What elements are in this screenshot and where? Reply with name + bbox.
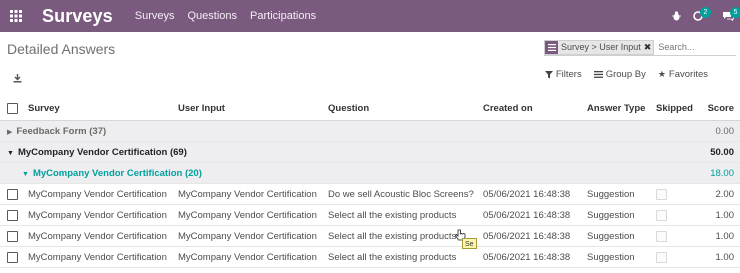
skipped-checkbox <box>656 231 667 242</box>
header-answer-type[interactable]: Answer Type <box>587 97 645 121</box>
skipped-checkbox <box>656 210 667 221</box>
top-navbar: Surveys Surveys Questions Participations… <box>0 0 740 32</box>
cell-score: 1.00 <box>715 252 735 263</box>
caret-down-icon: ▼ <box>7 150 14 157</box>
search-options: Filters Group By ★ Favorites <box>544 69 708 80</box>
page-title: Detailed Answers <box>7 41 116 57</box>
caret-down-icon: ▼ <box>22 171 29 178</box>
header-created-on[interactable]: Created on <box>483 97 533 121</box>
header-user-input[interactable]: User Input <box>178 97 225 121</box>
app-brand[interactable]: Surveys <box>42 6 113 27</box>
list-icon <box>593 71 603 78</box>
grid-icon[interactable] <box>2 0 30 32</box>
row-checkbox[interactable] <box>7 189 18 200</box>
tooltip: Se <box>462 238 477 249</box>
favorites-label: Favorites <box>668 69 708 80</box>
table-row[interactable]: MyCompany Vendor Certification MyCompany… <box>0 247 740 268</box>
header-survey[interactable]: Survey <box>28 97 60 121</box>
group-label: MyCompany Vendor Certification (20) <box>32 168 202 179</box>
cell-user-input: MyCompany Vendor Certification <box>178 231 317 242</box>
cell-created-on: 05/06/2021 16:48:38 <box>483 210 571 221</box>
filters-label: Filters <box>555 69 582 80</box>
menu-surveys[interactable]: Surveys <box>135 10 175 22</box>
skipped-checkbox <box>656 189 667 200</box>
cell-question: Select all the existing products <box>328 231 457 242</box>
cell-created-on: 05/06/2021 16:48:38 <box>483 231 571 242</box>
bug-icon[interactable] <box>672 11 681 21</box>
cell-answer-type: Suggestion <box>587 210 635 221</box>
filters-button[interactable]: Filters <box>544 69 582 80</box>
header-score[interactable]: Score <box>708 97 734 121</box>
skipped-checkbox <box>656 252 667 263</box>
chat-badge: 2 <box>700 7 711 18</box>
caret-right-icon: ▶ <box>7 129 13 136</box>
table-row[interactable]: MyCompany Vendor Certification MyCompany… <box>0 205 740 226</box>
cell-survey: MyCompany Vendor Certification <box>28 231 167 242</box>
row-checkbox[interactable] <box>7 210 18 221</box>
cell-answer-type: Suggestion <box>587 231 635 242</box>
row-checkbox[interactable] <box>7 252 18 263</box>
comments-icon[interactable]: 5 <box>722 7 740 21</box>
group-row[interactable]: ▼ MyCompany Vendor Certification (69) 50.… <box>0 142 740 163</box>
group-row[interactable]: ▼ MyCompany Vendor Certification (20) 18.… <box>0 163 740 184</box>
group-score: 50.00 <box>710 147 734 158</box>
cell-created-on: 05/06/2021 16:48:38 <box>483 189 571 200</box>
chat-icon[interactable]: 2 <box>693 7 711 21</box>
close-icon[interactable]: ✖ <box>644 42 654 53</box>
cell-answer-type: Suggestion <box>587 189 635 200</box>
cell-survey: MyCompany Vendor Certification <box>28 210 167 221</box>
cell-question: Select all the existing products <box>328 252 457 263</box>
group-by-button[interactable]: Group By <box>593 69 646 80</box>
cell-survey: MyCompany Vendor Certification <box>28 252 167 263</box>
group-label: Feedback Form (37) <box>16 126 107 137</box>
group-row[interactable]: ▶ Feedback Form (37) 0.00 <box>0 121 740 142</box>
select-all-checkbox[interactable] <box>7 103 18 114</box>
group-score: 18.00 <box>710 168 734 179</box>
favorites-button[interactable]: ★ Favorites <box>658 69 708 80</box>
cell-score: 1.00 <box>715 210 735 221</box>
group-by-icon <box>545 40 558 54</box>
cell-created-on: 05/06/2021 16:48:38 <box>483 252 571 263</box>
header-question[interactable]: Question <box>328 97 369 121</box>
group-label: MyCompany Vendor Certification (69) <box>17 147 187 158</box>
cell-score: 1.00 <box>715 231 735 242</box>
star-icon: ★ <box>657 69 666 79</box>
cell-user-input: MyCompany Vendor Certification <box>178 252 317 263</box>
table-header: Survey User Input Question Created on An… <box>0 97 740 121</box>
search-input[interactable] <box>658 42 729 52</box>
header-skipped[interactable]: Skipped <box>656 97 693 121</box>
search-bar[interactable]: Survey > User Input ✖ <box>544 39 736 56</box>
search-facet[interactable]: Survey > User Input ✖ <box>544 39 655 55</box>
cell-survey: MyCompany Vendor Certification <box>28 189 167 200</box>
cell-user-input: MyCompany Vendor Certification <box>178 210 317 221</box>
activity-badge: 5 <box>730 7 740 18</box>
cell-score: 2.00 <box>715 189 735 200</box>
cell-answer-type: Suggestion <box>587 252 635 263</box>
group-score: 0.00 <box>715 126 735 137</box>
menu-participations[interactable]: Participations <box>250 10 316 22</box>
row-checkbox[interactable] <box>7 231 18 242</box>
answers-table: Survey User Input Question Created on An… <box>0 97 740 268</box>
cell-question: Select all the existing products <box>328 210 457 221</box>
filter-icon <box>544 70 553 78</box>
table-row[interactable]: MyCompany Vendor Certification MyCompany… <box>0 226 740 247</box>
facet-label: Survey > User Input <box>561 42 641 52</box>
group-by-label: Group By <box>605 69 646 80</box>
download-icon[interactable] <box>13 70 22 88</box>
cell-user-input: MyCompany Vendor Certification <box>178 189 317 200</box>
table-row[interactable]: MyCompany Vendor Certification MyCompany… <box>0 184 740 205</box>
menu-questions[interactable]: Questions <box>188 10 238 22</box>
cell-question: Do we sell Acoustic Bloc Screens? <box>328 189 474 200</box>
